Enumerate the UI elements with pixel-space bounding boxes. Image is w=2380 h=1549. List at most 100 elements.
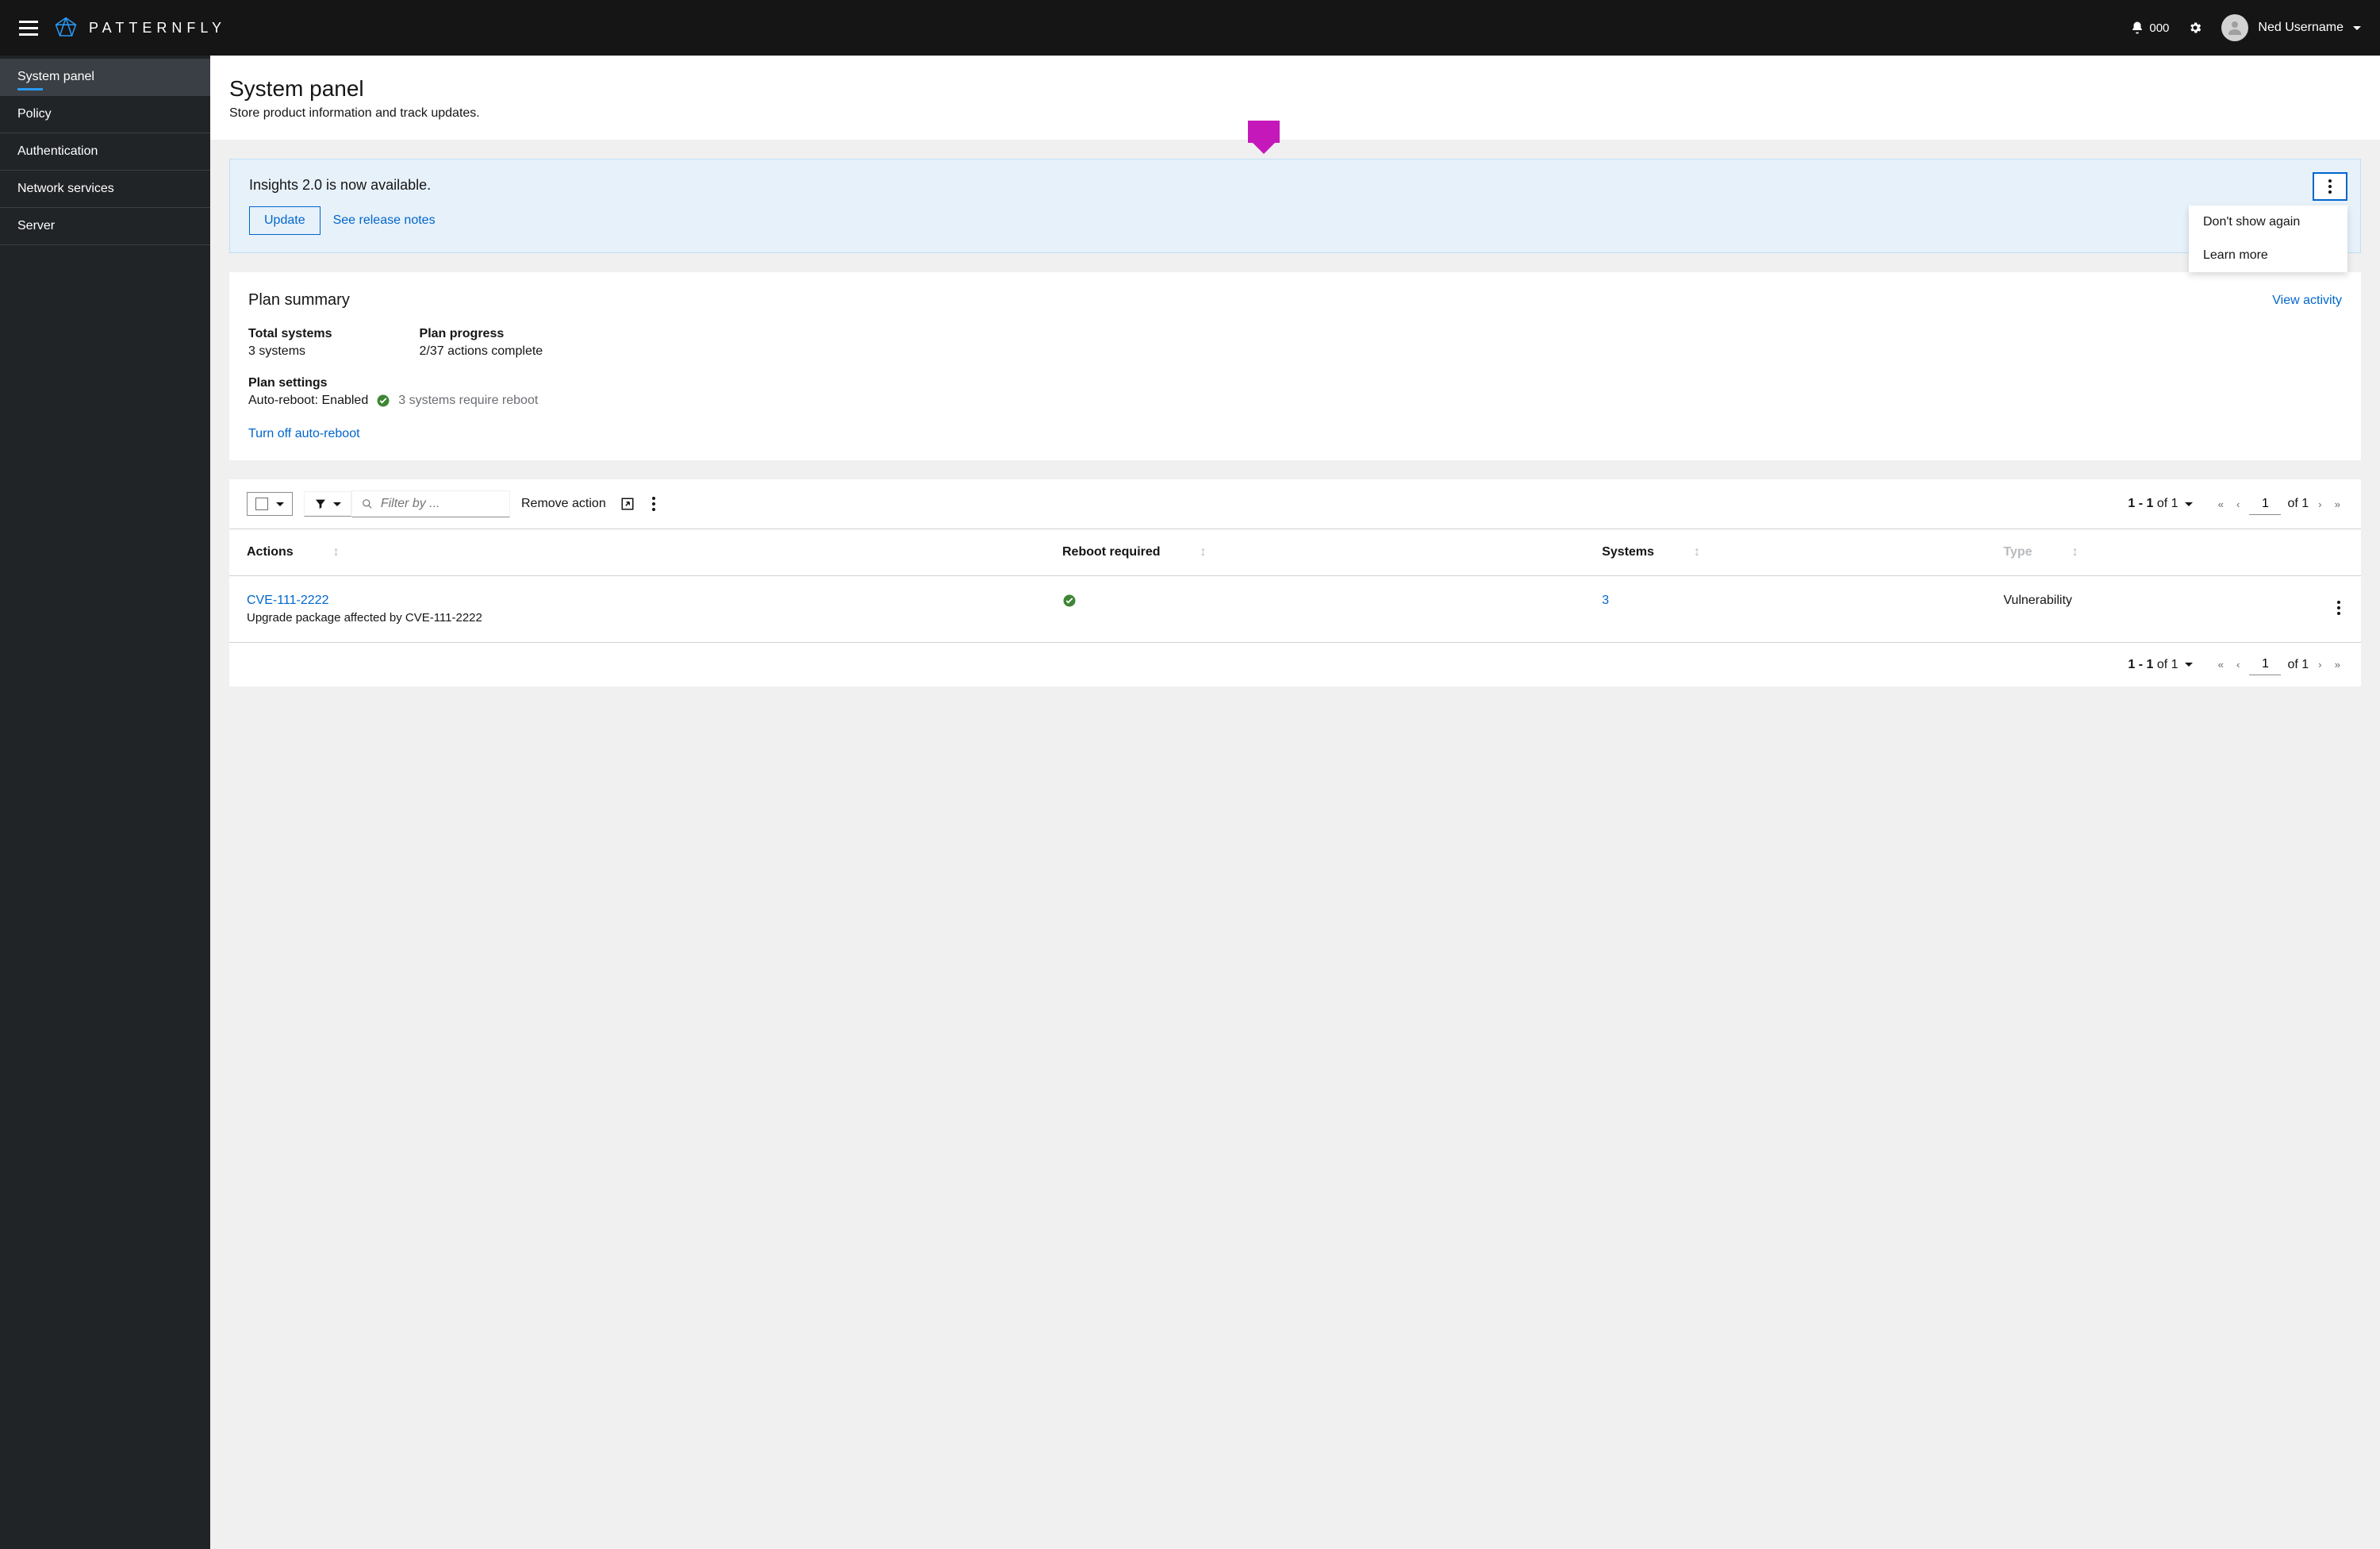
caret-down-icon[interactable] — [2185, 502, 2193, 506]
release-notes-link[interactable]: See release notes — [333, 213, 436, 228]
type-value: Vulnerability — [2003, 594, 2072, 607]
sidebar: System panel Policy Authentication Netwo… — [0, 56, 210, 1549]
sidebar-item-authentication[interactable]: Authentication — [0, 133, 210, 171]
kebab-icon — [2337, 601, 2340, 615]
sort-icon: ↕ — [1200, 545, 1207, 559]
pagination-top: 1 - 1 of 1 « ‹ of 1 › » — [2128, 494, 2344, 515]
data-table: Actions↕ Reboot required↕ Systems↕ Type↕… — [229, 529, 2361, 643]
page-header: System panel Store product information a… — [210, 56, 2380, 140]
hamburger-menu-button[interactable] — [19, 18, 38, 37]
next-page-button[interactable]: › — [2315, 657, 2324, 672]
caret-down-icon — [2353, 26, 2361, 30]
turn-off-auto-reboot-link[interactable]: Turn off auto-reboot — [248, 427, 360, 440]
gear-icon — [2188, 21, 2202, 35]
of-pages: of 1 — [2287, 497, 2309, 511]
plan-settings-label: Plan settings — [248, 376, 2342, 390]
caret-down-icon — [333, 502, 341, 506]
caret-down-icon — [276, 502, 284, 506]
brand-text: PATTERNFLY — [89, 20, 226, 37]
brand[interactable]: PATTERNFLY — [54, 16, 226, 40]
bulk-select-toggle[interactable] — [247, 492, 293, 516]
prev-page-button[interactable]: ‹ — [2233, 497, 2243, 512]
main-content: System panel Store product information a… — [210, 56, 2380, 1549]
dropdown-item-dont-show[interactable]: Don't show again — [2189, 206, 2347, 239]
plan-summary-card: Plan summary View activity Total systems… — [229, 272, 2361, 460]
dropdown-item-learn-more[interactable]: Learn more — [2189, 239, 2347, 272]
masthead-left: PATTERNFLY — [19, 16, 226, 40]
sort-icon: ↕ — [1694, 545, 1700, 559]
notification-count: 000 — [2149, 21, 2169, 35]
filter-input-group — [351, 490, 510, 517]
sidebar-item-network-services[interactable]: Network services — [0, 171, 210, 208]
update-button[interactable]: Update — [249, 206, 321, 235]
col-actions[interactable]: Actions↕ — [229, 529, 1045, 576]
last-page-button[interactable]: » — [2332, 497, 2344, 512]
masthead-right: 000 Ned Username — [2130, 14, 2361, 41]
sidebar-item-server[interactable]: Server — [0, 208, 210, 245]
hint-title: Insights 2.0 is now available. — [249, 177, 2341, 194]
last-page-button[interactable]: » — [2332, 657, 2344, 672]
hint-alert: Insights 2.0 is now available. Update Se… — [229, 159, 2361, 253]
sidebar-item-policy[interactable]: Policy — [0, 96, 210, 133]
view-activity-link[interactable]: View activity — [2272, 294, 2342, 308]
export-icon — [620, 497, 635, 511]
sidebar-item-system-panel[interactable]: System panel — [0, 59, 210, 96]
filter-icon — [314, 498, 327, 510]
card-title: Plan summary — [248, 291, 350, 309]
caret-down-icon[interactable] — [2185, 663, 2193, 667]
filter-input[interactable] — [381, 497, 500, 511]
masthead: PATTERNFLY 000 Ned Username — [0, 0, 2380, 56]
page-input[interactable] — [2249, 654, 2281, 675]
toolbar: Remove action 1 - 1 of 1 — [229, 479, 2361, 529]
filter-attribute-toggle[interactable] — [304, 491, 351, 517]
next-page-button[interactable]: › — [2315, 497, 2324, 512]
kebab-icon — [652, 497, 655, 511]
page-range: 1 - 1 — [2128, 497, 2153, 510]
first-page-button[interactable]: « — [2215, 657, 2227, 672]
action-link[interactable]: CVE-111-2222 — [247, 594, 1027, 608]
settings-button[interactable] — [2188, 21, 2202, 35]
prev-page-button[interactable]: ‹ — [2233, 657, 2243, 672]
check-circle-icon — [376, 394, 390, 408]
col-type: Type↕ — [1986, 529, 2317, 576]
plan-progress-value: 2/37 actions complete — [420, 344, 543, 359]
systems-link[interactable]: 3 — [1602, 594, 1609, 607]
table-row: CVE-111-2222 Upgrade package affected by… — [229, 576, 2361, 643]
of-total: of 1 — [2157, 658, 2178, 671]
action-description: Upgrade package affected by CVE-111-2222 — [247, 611, 1027, 625]
total-systems-value: 3 systems — [248, 344, 332, 359]
callout-pointer — [1248, 121, 1280, 154]
search-icon — [362, 498, 373, 510]
hint-dropdown-menu: Don't show again Learn more — [2189, 206, 2347, 272]
page-title: System panel — [229, 76, 2361, 102]
col-reboot[interactable]: Reboot required↕ — [1045, 529, 1584, 576]
user-menu-button[interactable]: Ned Username — [2221, 14, 2361, 41]
export-button[interactable] — [617, 494, 638, 514]
kebab-icon — [2328, 179, 2332, 194]
notification-button[interactable]: 000 — [2130, 21, 2169, 35]
sort-icon: ↕ — [2072, 545, 2079, 559]
plan-settings-value: Auto-reboot: Enabled — [248, 394, 368, 408]
of-pages: of 1 — [2287, 658, 2309, 672]
check-circle-icon — [1062, 594, 1077, 608]
page-input[interactable] — [2249, 494, 2281, 515]
checkbox-icon — [255, 498, 268, 510]
first-page-button[interactable]: « — [2215, 497, 2227, 512]
row-kebab-button[interactable] — [2334, 598, 2344, 618]
total-systems-label: Total systems — [248, 327, 332, 341]
plan-progress-label: Plan progress — [420, 327, 543, 341]
remove-action-button[interactable]: Remove action — [521, 497, 606, 511]
table-card: Remove action 1 - 1 of 1 — [229, 479, 2361, 686]
brand-logo-icon — [54, 16, 78, 40]
username: Ned Username — [2258, 21, 2344, 35]
table-footer: 1 - 1 of 1 « ‹ of 1 › » — [229, 643, 2361, 686]
plan-settings-helper: 3 systems require reboot — [398, 394, 538, 408]
pagination-bottom: 1 - 1 of 1 « ‹ of 1 › » — [2128, 654, 2344, 675]
bell-icon — [2130, 21, 2144, 35]
page-subtitle: Store product information and track upda… — [229, 106, 2361, 121]
hint-kebab-button[interactable] — [2313, 172, 2347, 201]
toolbar-kebab-button[interactable] — [649, 494, 658, 514]
avatar — [2221, 14, 2248, 41]
col-systems[interactable]: Systems↕ — [1584, 529, 1986, 576]
of-total: of 1 — [2157, 497, 2178, 510]
